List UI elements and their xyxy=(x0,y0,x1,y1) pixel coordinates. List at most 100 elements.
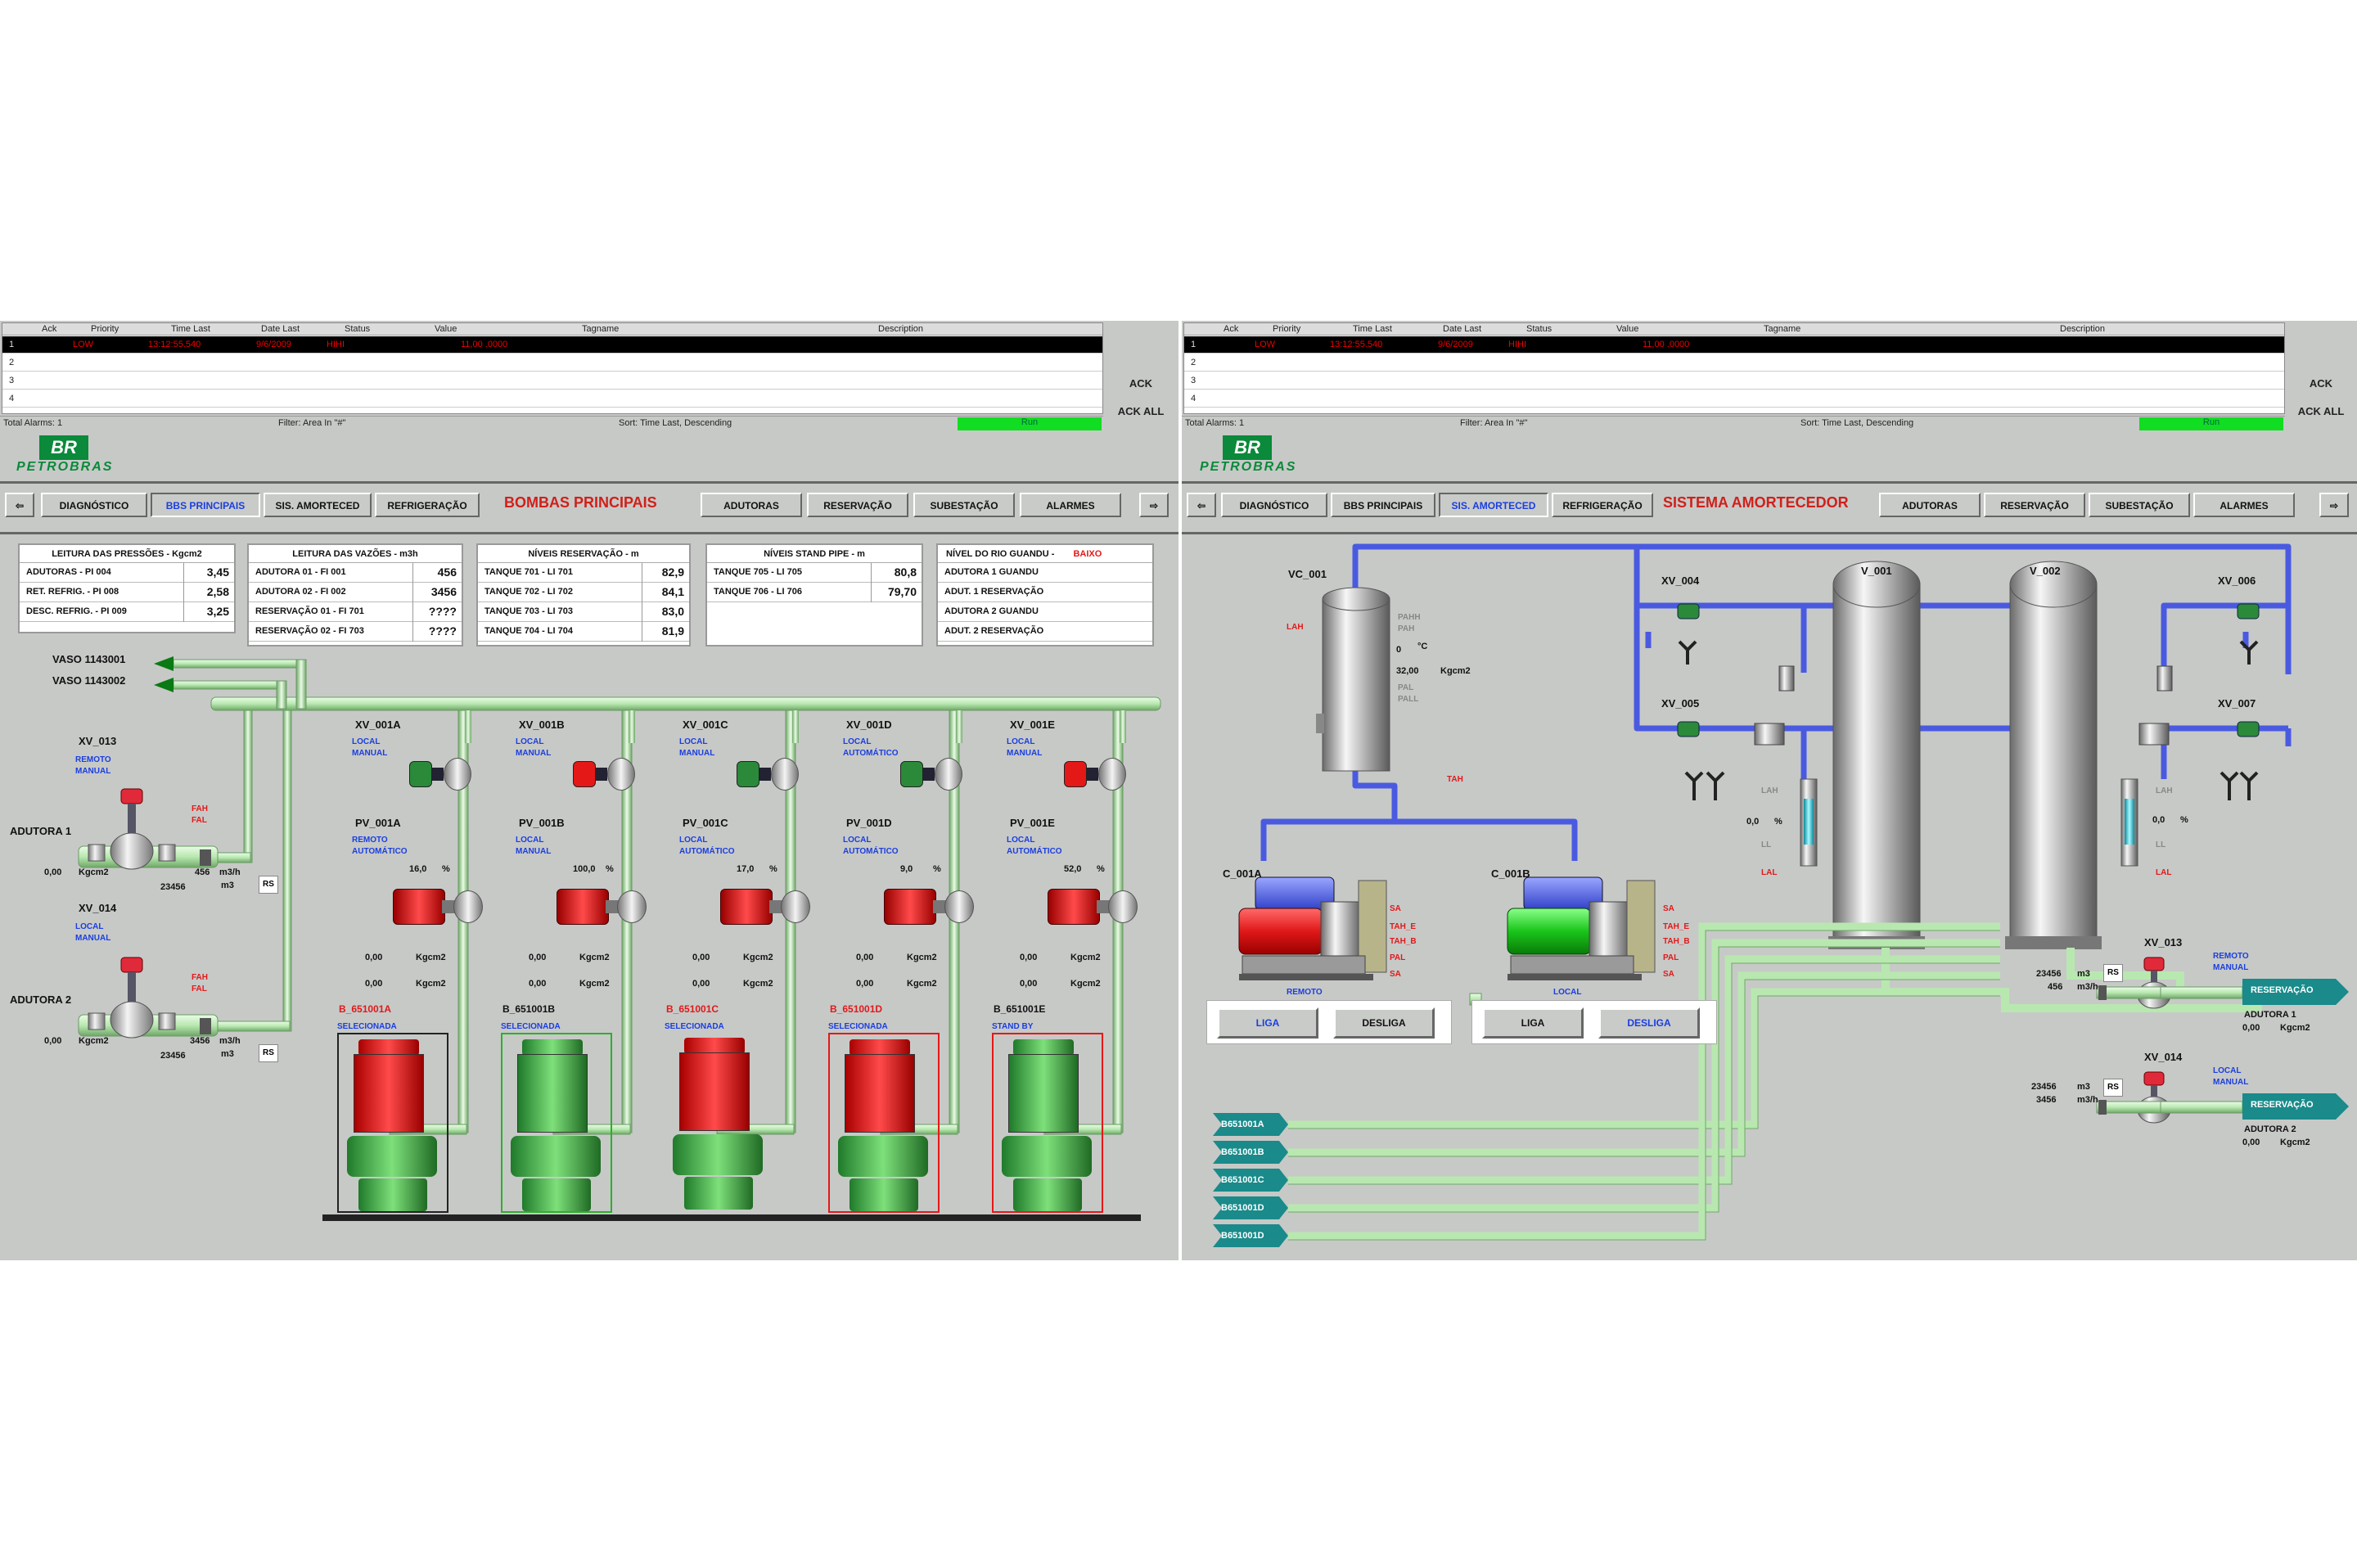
c-001a-controls: LIGA DESLIGA xyxy=(1206,1000,1452,1044)
pump-motor[interactable] xyxy=(992,1033,1103,1213)
xv-valve[interactable] xyxy=(737,758,805,791)
pressure-value: 0,00 xyxy=(2242,1023,2260,1033)
pv-control-valve[interactable] xyxy=(393,885,483,931)
totalizer-value: 23456 xyxy=(2031,1082,2057,1092)
pump-motor[interactable] xyxy=(828,1033,940,1213)
vc-001-tag[interactable]: VC_001 xyxy=(1288,568,1327,580)
c-001a-tag[interactable]: C_001A xyxy=(1223,867,1262,880)
pahh-alarm: PAHH xyxy=(1398,613,1421,622)
xv-006-tag[interactable]: XV_006 xyxy=(2218,574,2256,587)
pv-valve-tag[interactable]: PV_001C xyxy=(683,817,728,829)
pv-control-valve[interactable] xyxy=(884,885,974,931)
pump-link-tag[interactable]: B651001B xyxy=(1213,1141,1288,1164)
flow-unit: m3/h xyxy=(219,1036,241,1046)
xv-valve[interactable] xyxy=(1064,758,1133,791)
v-002-tag[interactable]: V_002 xyxy=(2030,565,2061,577)
xv-014-control: MANUAL xyxy=(2213,1078,2249,1087)
xv-valve-tag[interactable]: XV_001E xyxy=(1010,719,1055,731)
flow-unit: m3/h xyxy=(219,867,241,877)
tah-b-alarm: TAH_B xyxy=(1663,937,1690,946)
pal-alarm: PAL xyxy=(1398,683,1414,692)
xv-014-tag[interactable]: XV_014 xyxy=(2144,1051,2182,1063)
xv-valve[interactable] xyxy=(900,758,969,791)
lah-alarm: LAH xyxy=(2156,786,2173,795)
xv-013-tag[interactable]: XV_013 xyxy=(2144,936,2182,948)
reset-button[interactable]: RS xyxy=(2103,1079,2123,1097)
reservacao-1-tag[interactable]: RESERVAÇÃO xyxy=(2251,985,2314,995)
v-001-tag[interactable]: V_001 xyxy=(1861,565,1892,577)
start-button[interactable]: LIGA xyxy=(1482,1007,1584,1039)
pressure-unit: Kgcm2 xyxy=(79,1036,109,1046)
xv-valve-tag[interactable]: XV_001D xyxy=(846,719,892,731)
xv-013-tag[interactable]: XV_013 xyxy=(79,735,116,747)
xv-valve[interactable] xyxy=(573,758,642,791)
suction-pressure: 0,00 xyxy=(365,953,383,962)
pump-link-tag[interactable]: B651001D xyxy=(1213,1224,1288,1247)
xv-005-tag[interactable]: XV_005 xyxy=(1661,697,1699,710)
totalizer-unit: m3 xyxy=(221,881,234,890)
flow-value: 3456 xyxy=(2036,1095,2057,1105)
pump-state: SELECIONADA xyxy=(337,1022,397,1031)
temperature-unit: °C xyxy=(1417,642,1428,651)
discharge-pressure: 0,00 xyxy=(365,979,383,989)
opening-unit: % xyxy=(933,864,941,874)
xv-valve-tag[interactable]: XV_001A xyxy=(355,719,401,731)
adutora-2-label: ADUTORA 2 xyxy=(2244,1124,2296,1134)
pump-tag[interactable]: B_651001D xyxy=(830,1003,882,1015)
pump-tag[interactable]: B_651001A xyxy=(339,1003,391,1015)
pump-state: SELECIONADA xyxy=(501,1022,561,1031)
pump-tag[interactable]: B_651001E xyxy=(994,1003,1045,1015)
reservacao-2-tag[interactable]: RESERVAÇÃO xyxy=(2251,1100,2314,1110)
pump-motor[interactable] xyxy=(665,1033,776,1213)
pump-motor[interactable] xyxy=(501,1033,612,1213)
pressure-unit: Kgcm2 xyxy=(2280,1138,2310,1147)
start-button[interactable]: LIGA xyxy=(1217,1007,1318,1039)
pv-control-valve[interactable] xyxy=(557,885,647,931)
xv-013-control: MANUAL xyxy=(75,767,111,776)
xv-004-tag[interactable]: XV_004 xyxy=(1661,574,1699,587)
pv-control-valve[interactable] xyxy=(1048,885,1138,931)
pump-link-tag[interactable]: B651001D xyxy=(1213,1196,1288,1219)
xv-013-control: MANUAL xyxy=(2213,963,2249,972)
pump-link-tag[interactable]: B651001C xyxy=(1213,1169,1288,1192)
xv-valve[interactable] xyxy=(409,758,478,791)
pv-valve-tag[interactable]: PV_001B xyxy=(519,817,565,829)
pv-valve-tag[interactable]: PV_001A xyxy=(355,817,401,829)
flow-value: 3456 xyxy=(190,1036,210,1046)
pump-link-tag[interactable]: B651001A xyxy=(1213,1113,1288,1136)
pv-mode: LOCAL xyxy=(1007,836,1035,845)
stop-button[interactable]: DESLIGA xyxy=(1333,1007,1435,1039)
pv-control: AUTOMÁTICO xyxy=(1007,847,1062,856)
level-unit: % xyxy=(1774,817,1782,827)
pv-valve-tag[interactable]: PV_001D xyxy=(846,817,892,829)
pump-tag[interactable]: B_651001B xyxy=(502,1003,555,1015)
totalizer-value: 23456 xyxy=(2036,969,2062,979)
pressure-unit: Kgcm2 xyxy=(907,953,937,962)
xv-014-tag[interactable]: XV_014 xyxy=(79,902,116,914)
pump-motor[interactable] xyxy=(337,1033,448,1213)
pressure-unit: Kgcm2 xyxy=(743,953,773,962)
opening-value: 100,0 xyxy=(573,864,596,874)
xv-007-tag[interactable]: XV_007 xyxy=(2218,697,2256,710)
pv-valve-tag[interactable]: PV_001E xyxy=(1010,817,1055,829)
c-001b-tag[interactable]: C_001B xyxy=(1491,867,1530,880)
reset-button[interactable]: RS xyxy=(2103,964,2123,982)
pal-alarm: PAL xyxy=(1390,953,1406,962)
suction-pressure: 0,00 xyxy=(1020,953,1038,962)
xv-013-mode: REMOTO xyxy=(2213,952,2249,961)
tah-alarm: TAH xyxy=(1447,775,1463,784)
lal-alarm: LAL xyxy=(1761,868,1778,877)
xv-valve-tag[interactable]: XV_001B xyxy=(519,719,565,731)
reset-button[interactable]: RS xyxy=(259,1044,278,1062)
xv-valve-tag[interactable]: XV_001C xyxy=(683,719,728,731)
vaso-1-label: VASO 1143001 xyxy=(52,653,126,665)
flow-value: 456 xyxy=(195,867,210,877)
pv-control-valve[interactable] xyxy=(720,885,810,931)
pump-tag[interactable]: B_651001C xyxy=(666,1003,719,1015)
pressure-unit: Kgcm2 xyxy=(79,867,109,877)
pressure-unit: Kgcm2 xyxy=(416,979,446,989)
pressure-value: 0,00 xyxy=(44,1036,62,1046)
reset-button[interactable]: RS xyxy=(259,876,278,894)
sa-alarm: SA xyxy=(1390,904,1401,913)
stop-button[interactable]: DESLIGA xyxy=(1598,1007,1700,1039)
